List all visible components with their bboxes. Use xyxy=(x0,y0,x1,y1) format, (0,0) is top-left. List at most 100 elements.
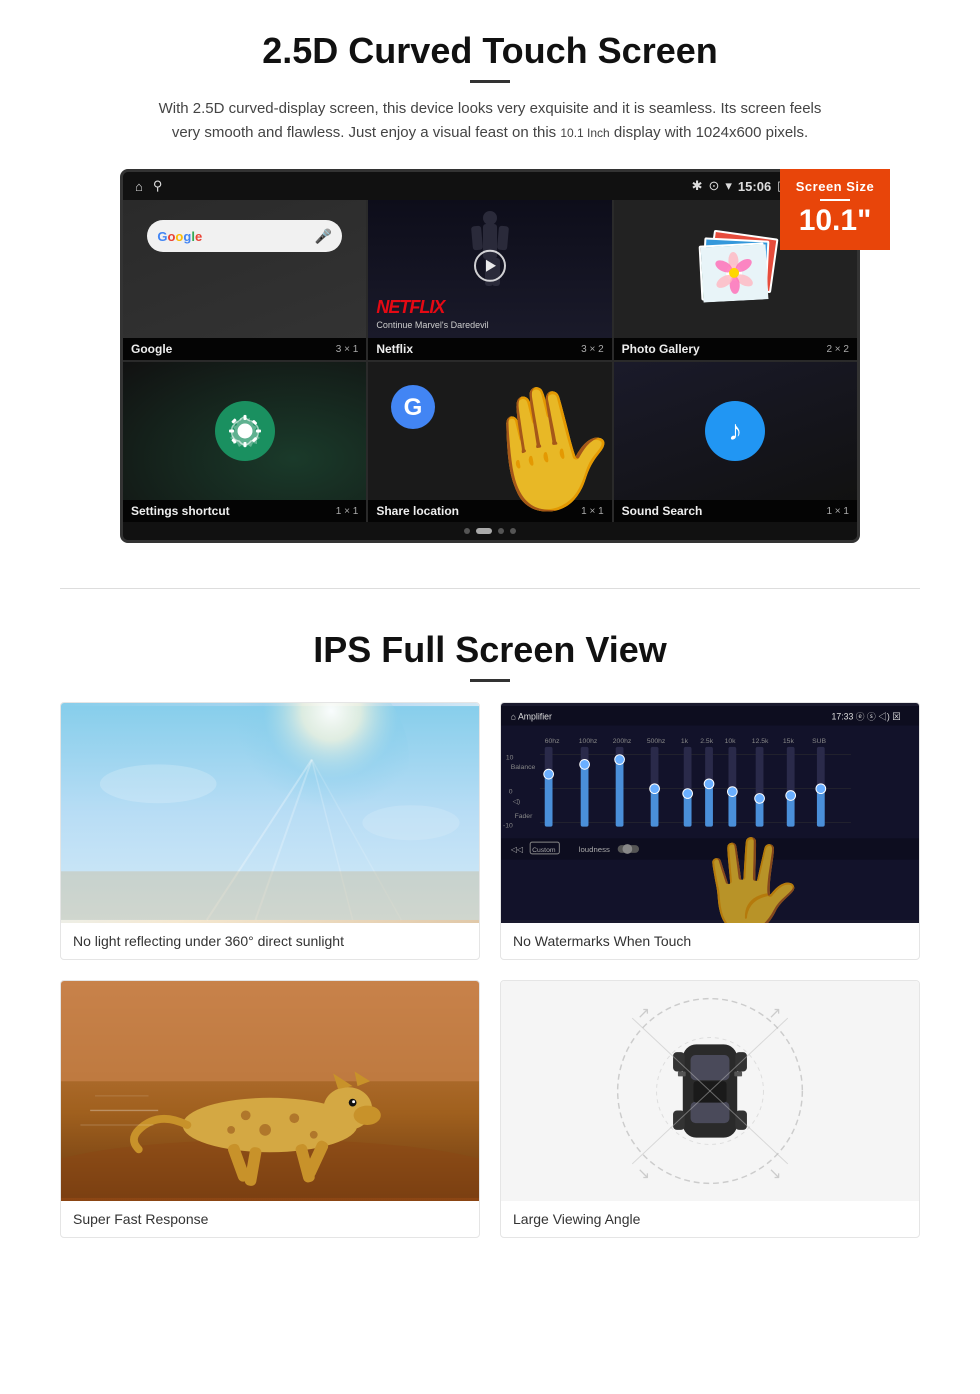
svg-text:Fader: Fader xyxy=(515,813,533,820)
cheetah-caption: Super Fast Response xyxy=(61,1201,479,1237)
app-grid: Google 🎤 Google 3 × 1 xyxy=(123,200,857,522)
section-divider xyxy=(60,588,920,589)
sound-app-name: Sound Search xyxy=(622,504,703,518)
svg-text:SUB: SUB xyxy=(812,738,826,745)
svg-text:12.5k: 12.5k xyxy=(752,738,769,745)
music-note-icon: ♪ xyxy=(728,415,742,447)
device-wrapper: Screen Size 10.1" ⌂ ⚲ ✱ ⊙ ▾ 15:06 ▣ ◁) xyxy=(100,169,880,543)
svg-text:100hz: 100hz xyxy=(579,738,598,745)
settings-app-name: Settings shortcut xyxy=(131,504,230,518)
svg-text:G: G xyxy=(404,394,423,421)
desc-part2: display with 1024x600 pixels. xyxy=(614,124,808,141)
svg-text:↘: ↘ xyxy=(637,1165,650,1182)
section2-title: IPS Full Screen View xyxy=(60,629,920,671)
google-app-size: 3 × 1 xyxy=(336,344,359,355)
desc-small: 10.1 Inch xyxy=(560,126,609,140)
badge-divider xyxy=(820,199,850,201)
screen-size-badge: Screen Size 10.1" xyxy=(780,169,890,250)
section1-description: With 2.5D curved-display screen, this de… xyxy=(150,97,830,145)
app-cell-share[interactable]: G 🤚 Share location 1 × 1 xyxy=(368,362,611,522)
google-mic-icon[interactable]: 🎤 xyxy=(315,228,332,245)
title-divider xyxy=(470,80,510,83)
settings-content xyxy=(123,362,366,500)
google-label-bar: Google 3 × 1 xyxy=(123,338,366,360)
sound-label-bar: Sound Search 1 × 1 xyxy=(614,500,857,522)
svg-text:🖐: 🖐 xyxy=(695,832,804,923)
svg-text:15k: 15k xyxy=(783,738,795,745)
google-content: Google 🎤 xyxy=(123,200,366,338)
car-svg: ↗ ↗ ↘ ↘ xyxy=(501,981,919,1201)
sunlight-image xyxy=(61,703,479,923)
photo-item-3 xyxy=(699,242,767,300)
svg-text:◁): ◁) xyxy=(513,798,521,805)
netflix-overlay: NETFLIX Continue Marvel's Daredevil xyxy=(368,200,611,338)
app-cell-google[interactable]: Google 🎤 Google 3 × 1 xyxy=(123,200,366,360)
amplifier-image: ⌂ Amplifier 17:33 ⓔ ⓢ ◁) ⊠ 60hz 100hz 20… xyxy=(501,703,919,923)
google-logo: Google xyxy=(157,229,202,244)
amplifier-svg: ⌂ Amplifier 17:33 ⓔ ⓢ ◁) ⊠ 60hz 100hz 20… xyxy=(501,703,919,923)
settings-app-size: 1 × 1 xyxy=(336,506,359,517)
svg-text:2.5k: 2.5k xyxy=(700,738,713,745)
svg-text:⌂ Amplifier: ⌂ Amplifier xyxy=(511,712,552,722)
photo-stack xyxy=(695,229,775,309)
svg-text:0: 0 xyxy=(509,789,513,796)
hand-pointing-icon: 🤚 xyxy=(461,368,611,522)
section1-title: 2.5D Curved Touch Screen xyxy=(60,30,920,72)
section-ips: IPS Full Screen View xyxy=(0,609,980,1268)
app-cell-sound[interactable]: ♪ Sound Search 1 × 1 xyxy=(614,362,857,522)
dot-1 xyxy=(464,528,470,534)
sound-app-size: 1 × 1 xyxy=(826,506,849,517)
dot-3 xyxy=(498,528,504,534)
settings-label-bar: Settings shortcut 1 × 1 xyxy=(123,500,366,522)
svg-text:-10: -10 xyxy=(503,823,513,830)
feature-card-car: ↗ ↗ ↘ ↘ xyxy=(500,980,920,1238)
bluetooth-icon: ✱ xyxy=(692,178,703,194)
usb-icon: ⚲ xyxy=(153,178,163,194)
status-bar-left: ⌂ ⚲ xyxy=(135,178,162,194)
feature-grid: No light reflecting under 360° direct su… xyxy=(60,702,920,1238)
netflix-label-bar: Netflix 3 × 2 xyxy=(368,338,611,360)
svg-text:↘: ↘ xyxy=(768,1165,781,1182)
cheetah-svg xyxy=(61,981,479,1201)
car-image: ↗ ↗ ↘ ↘ xyxy=(501,981,919,1201)
svg-text:Custom: Custom xyxy=(532,847,556,854)
netflix-content: NETFLIX Continue Marvel's Daredevil xyxy=(368,200,611,338)
gallery-label-bar: Photo Gallery 2 × 2 xyxy=(614,338,857,360)
svg-text:500hz: 500hz xyxy=(647,738,666,745)
app-cell-netflix[interactable]: NETFLIX Continue Marvel's Daredevil Netf… xyxy=(368,200,611,360)
feature-card-sunlight: No light reflecting under 360° direct su… xyxy=(60,702,480,960)
share-app-name: Share location xyxy=(376,504,459,518)
car-caption: Large Viewing Angle xyxy=(501,1201,919,1237)
pagination-dots xyxy=(123,522,857,540)
badge-size: 10.1" xyxy=(788,206,882,236)
home-icon[interactable]: ⌂ xyxy=(135,179,143,194)
svg-text:200hz: 200hz xyxy=(613,738,632,745)
status-time: 15:06 xyxy=(738,179,771,194)
ips-title-divider xyxy=(470,679,510,682)
svg-text:10k: 10k xyxy=(725,738,737,745)
sunlight-caption: No light reflecting under 360° direct su… xyxy=(61,923,479,959)
feature-card-cheetah: Super Fast Response xyxy=(60,980,480,1238)
netflix-app-name: Netflix xyxy=(376,342,413,356)
location-icon: ⊙ xyxy=(708,178,719,194)
google-maps-icon: G xyxy=(388,382,438,442)
netflix-app-size: 3 × 2 xyxy=(581,344,604,355)
svg-text:↗: ↗ xyxy=(637,1005,650,1022)
svg-text:Balance: Balance xyxy=(511,764,536,771)
badge-label: Screen Size xyxy=(788,179,882,194)
dot-2-active xyxy=(476,528,492,534)
svg-text:loudness: loudness xyxy=(579,845,610,854)
wifi-icon: ▾ xyxy=(725,178,732,194)
netflix-subtitle: Continue Marvel's Daredevil xyxy=(376,320,488,330)
google-search-bar[interactable]: Google 🎤 xyxy=(147,220,342,252)
music-icon-circle: ♪ xyxy=(705,401,765,461)
gallery-app-name: Photo Gallery xyxy=(622,342,700,356)
svg-text:↗: ↗ xyxy=(768,1005,781,1022)
app-cell-settings[interactable]: Settings shortcut 1 × 1 xyxy=(123,362,366,522)
feature-card-amplifier: ⌂ Amplifier 17:33 ⓔ ⓢ ◁) ⊠ 60hz 100hz 20… xyxy=(500,702,920,960)
cheetah-image xyxy=(61,981,479,1201)
section-curved: 2.5D Curved Touch Screen With 2.5D curve… xyxy=(0,0,980,568)
settings-icon-circle xyxy=(215,401,275,461)
netflix-logo: NETFLIX xyxy=(376,297,444,318)
gallery-app-size: 2 × 2 xyxy=(826,344,849,355)
